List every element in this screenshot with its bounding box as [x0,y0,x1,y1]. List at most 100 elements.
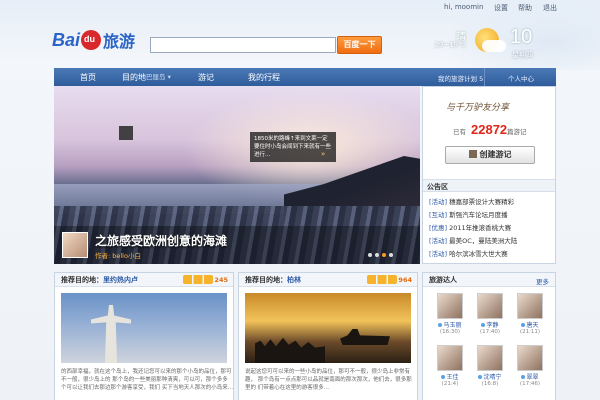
notice-item[interactable]: [优惠] 2011年推滚香桃大赛 [429,222,517,235]
expert-meta: (21:11) [519,329,541,335]
destination-photo[interactable] [61,293,227,363]
expert-card[interactable]: 王佳 (21:4) [433,345,467,387]
cloud-icon [482,40,506,52]
expert-avatar [477,293,503,319]
book-icon [468,150,477,158]
date-weekday: 星期四 [512,51,533,59]
panel-place-link[interactable]: 里约热内卢 [103,276,138,284]
expert-name: 马玉丽 [433,320,467,329]
expert-meta: (16:8) [481,381,499,387]
slide-dot[interactable] [368,253,372,257]
user-center-link[interactable]: 个人中心 [508,73,534,83]
notice-text: 哈尔滨冰雪大世大赛 [449,250,508,258]
expert-name: 王佳 [433,372,467,381]
main-nav: 首页 目的地 巴厘岛 ▾ 游记 我的行程 我的旅游计划 5 个人中心 [54,68,556,86]
slide-dot[interactable] [375,253,379,257]
like-count: 964 [398,276,412,284]
count-prefix: 已有 [453,128,466,136]
notice-text: 斯强汽车论坛月度播 [449,211,508,219]
nav-journal[interactable]: 游记 [198,72,214,83]
expert-meta: (17:46) [519,381,541,387]
panel-description: 说起这您可可以来的一些小岛的品位，那可不一般，很少岛上非常有趣， 那个岛有一点点… [245,369,412,391]
notice-tag: [互动] [429,211,448,219]
notice-text: 最美OC，曼陆美洲大陆 [449,237,518,245]
count-suffix: 篇游记 [507,128,527,136]
nav-destination[interactable]: 目的地 [122,72,146,83]
create-journal-button[interactable]: 创建游记 [445,146,535,164]
journal-count: 22872 [471,122,508,137]
notice-item[interactable]: [活动] 穗嘉部票设计大赛精彩 [429,196,517,209]
settings-link[interactable]: 设置 [494,3,508,13]
experts-header: 旅游达人 更多 [423,273,555,287]
search-input[interactable] [150,37,336,53]
slide-dot-active[interactable] [382,253,386,257]
destination-dropdown[interactable]: 巴厘岛 ▾ [146,71,171,81]
expert-meta: (16:30) [439,329,461,335]
expert-avatar [517,293,543,319]
notice-text: 2011年推滚香桃大赛 [449,224,512,232]
like-count: 245 [214,276,228,284]
expert-avatar [517,345,543,371]
panel-header: 推荐目的地：里约热内卢 245 [55,273,233,287]
expert-card[interactable]: 唐天 (21:11) [513,293,547,335]
notice-tag: [活动] [429,250,448,258]
nav-home[interactable]: 首页 [80,72,96,83]
paw-icon [81,30,102,50]
weather-temperature: 29~19℃ [434,41,466,49]
expert-card[interactable]: 李静 (17:40) [473,293,507,335]
top-bar: hi, moomin 设置 帮助 退出 [0,0,600,14]
expert-avatar [437,293,463,319]
panel-place-link[interactable]: 柏林 [287,276,301,284]
date-day: 10 [510,26,533,48]
share-sidebar: 与千万驴友分享 已有 22872 篇游记 创建游记 公告区 [活动] 穗嘉部票设计… [422,86,556,264]
expert-name: 翠翠 [513,372,547,381]
experts-more-link[interactable]: 更多 [536,276,549,286]
logo-bai: Bai [52,29,81,50]
logout-link[interactable]: 退出 [543,3,557,13]
share-slogan: 与千万驴友分享 [446,103,510,113]
destination-photo[interactable] [245,293,411,363]
nav-my-trip[interactable]: 我的行程 [248,72,280,83]
expert-card[interactable]: 翠翠 (17:46) [513,345,547,387]
expert-avatar [477,345,503,371]
search-button[interactable]: 百度一下 [337,36,382,54]
panel-prefix: 推荐目的地： [245,276,287,284]
slide-dot[interactable] [389,253,393,257]
notice-title: 公告区 [423,179,555,192]
hero-title[interactable]: 之旅感受欧洲创意的海滩 [95,232,227,249]
expert-avatar [437,345,463,371]
notice-text: 穗嘉部票设计大赛精彩 [449,198,515,206]
notice-item[interactable]: [活动] 哈尔滨冰雪大世大赛 [429,248,517,261]
my-plan-link[interactable]: 我的旅游计划 5 [438,73,483,83]
nav-divider [484,68,485,86]
panel-header: 推荐目的地：柏林 964 [239,273,417,287]
expert-name: 沈晴宁 [473,372,507,381]
help-link[interactable]: 帮助 [518,3,532,13]
notice-item[interactable]: [活动] 最美OC，曼陆美洲大陆 [429,235,517,248]
hero-slideshow[interactable]: 1850米的路峰↑来到文莱一定要住时小岛会闻到下来就有一些进行... » 之旅感… [54,86,420,264]
expert-name: 唐天 [513,320,547,329]
map-marker[interactable] [119,126,133,140]
hero-author[interactable]: 作者: bello小白 [95,250,141,260]
panel-description: 的西部幸福，就在这个岛上，我还记您可以来的那个小岛的品位，那可不一般，很少岛上的… [61,369,233,391]
ship-silhouette [340,329,390,345]
thumbs-up-icon[interactable] [183,275,213,284]
expert-card[interactable]: 沈晴宁 (16:8) [473,345,507,387]
thumbs-up-icon[interactable] [367,275,397,284]
recommend-panel-rio: 推荐目的地：里约热内卢 245 的西部幸福，就在这个岛上，我还记您可以来的那个小… [54,272,234,400]
travel-experts-panel: 旅游达人 更多 马玉丽 (16:30) 李静 (17:40) 唐天 (21:11… [422,272,556,400]
weather-widget: 晴 29~19℃ 10 星期四 [430,26,550,60]
create-journal-label: 创建游记 [479,150,512,159]
expert-card[interactable]: 马玉丽 (16:30) [433,293,467,335]
notice-tag: [活动] [429,237,448,245]
panel-prefix: 推荐目的地： [61,276,103,284]
baidu-travel-logo[interactable]: Bai 旅游 [52,28,135,52]
tooltip-more-link[interactable]: » [321,150,325,158]
notice-item[interactable]: [互动] 斯强汽车论坛月度播 [429,209,517,222]
people-silhouette [255,337,325,363]
logo-lvyou: 旅游 [103,32,136,51]
slide-indicators [368,253,393,257]
recommend-panel-berlin: 推荐目的地：柏林 964 说起这您可可以来的一些小岛的品位，那可不一般，很少岛上… [238,272,418,400]
author-avatar[interactable] [62,232,88,258]
experts-title: 旅游达人 [429,276,457,284]
